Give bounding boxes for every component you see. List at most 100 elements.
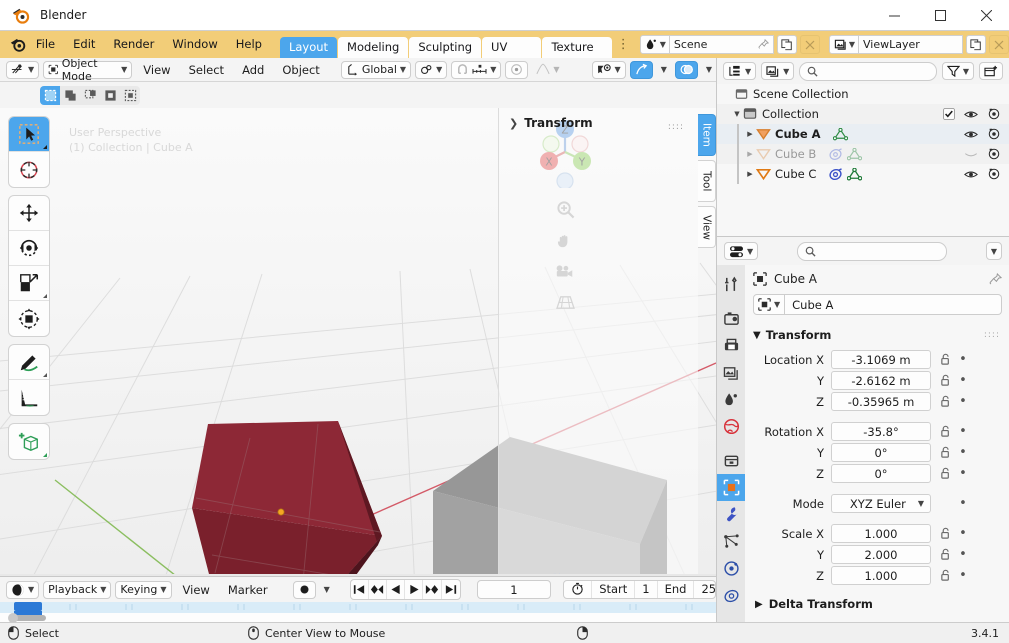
lock-icon[interactable] — [937, 446, 955, 459]
new-collection-button[interactable] — [979, 62, 1003, 80]
delta-transform-header[interactable]: ▶ Delta Transform — [753, 594, 1002, 614]
transform-tool[interactable] — [9, 301, 49, 336]
lock-icon[interactable] — [937, 548, 955, 561]
transform-orientation-dropdown[interactable]: Global ▼ — [340, 60, 412, 79]
annotate-tool[interactable] — [9, 345, 49, 380]
select-subtract-icon[interactable] — [80, 86, 100, 105]
mesh-data-icon[interactable] — [847, 147, 863, 161]
jump-to-start-button[interactable] — [351, 580, 369, 599]
overlay-options-dropdown[interactable]: ▼ — [702, 61, 716, 79]
maximize-button[interactable] — [917, 0, 963, 31]
disclosure-triangle-icon[interactable]: ▶ — [744, 170, 756, 178]
timer-icon[interactable] — [564, 581, 593, 598]
outliner-display-mode[interactable]: ▼ — [761, 62, 795, 80]
3d-viewport[interactable]: User Perspective (1) Collection | Cube A — [0, 108, 716, 574]
viewport-menu-select[interactable]: Select — [182, 61, 231, 79]
play-reverse-button[interactable] — [387, 580, 406, 599]
snap-increment-icon[interactable] — [472, 63, 487, 76]
visibility-dropdown[interactable]: ▼ — [591, 60, 626, 79]
jump-to-end-button[interactable] — [442, 580, 460, 599]
move-tool[interactable] — [9, 196, 49, 231]
end-frame-value[interactable]: 250 — [694, 581, 715, 598]
properties-search-input[interactable] — [797, 241, 947, 261]
mesh-data-icon[interactable] — [832, 127, 848, 141]
tab-physics[interactable] — [717, 555, 745, 582]
field-value-rotation-y[interactable]: 0° — [831, 443, 931, 462]
animate-dot-icon[interactable]: • — [955, 373, 971, 388]
cursor-tool[interactable] — [9, 152, 49, 187]
object-name-field[interactable]: ▼ Cube A — [753, 294, 1002, 315]
tweak-tool[interactable] — [9, 117, 49, 152]
lock-icon[interactable] — [937, 425, 955, 438]
falloff-dropdown[interactable]: ▼ — [532, 61, 563, 79]
play-button[interactable] — [405, 580, 424, 599]
lock-icon[interactable] — [937, 527, 955, 540]
tab-view-layer[interactable] — [717, 359, 745, 386]
field-value-rotation-x[interactable]: -35.8° — [831, 422, 931, 441]
outliner-row-collection[interactable]: ▼ Collection — [717, 104, 1009, 124]
lock-icon[interactable] — [937, 374, 955, 387]
tab-object[interactable] — [717, 474, 745, 501]
object-name-value[interactable]: Cube A — [785, 294, 1002, 315]
tab-uv-editing[interactable]: UV Editing — [482, 37, 542, 75]
animate-dot-icon[interactable]: • — [955, 526, 971, 541]
mesh-data-icon[interactable] — [847, 167, 863, 181]
outliner-filter-button[interactable]: ▼ — [941, 62, 974, 80]
blender-menu-icon[interactable] — [9, 35, 27, 55]
select-set-icon[interactable] — [40, 85, 60, 105]
eye-closed-icon[interactable] — [964, 149, 978, 160]
disclosure-triangle-icon[interactable]: ▼ — [731, 110, 743, 118]
checkbox-icon[interactable] — [943, 108, 955, 120]
field-value-scale-z[interactable]: 1.000 — [831, 566, 931, 585]
lock-icon[interactable] — [937, 395, 955, 408]
menu-help[interactable]: Help — [227, 31, 271, 58]
menu-render[interactable]: Render — [104, 31, 163, 58]
playback-dropdown[interactable]: Playback ▼ — [43, 580, 112, 599]
camera-icon[interactable] — [987, 128, 1001, 140]
timeline-scroll-handle[interactable] — [8, 613, 18, 622]
view-layer-icon[interactable]: ▼ — [828, 35, 859, 54]
workspace-more-icon[interactable]: ⋮ — [613, 31, 634, 58]
eye-icon[interactable] — [964, 129, 978, 140]
timeline-playhead[interactable] — [14, 602, 42, 611]
field-value-scale-y[interactable]: 2.000 — [831, 545, 931, 564]
pin-icon[interactable] — [989, 272, 1002, 286]
auto-keying-toggle[interactable] — [292, 580, 316, 599]
tab-particles[interactable] — [717, 528, 745, 555]
auto-keying-options[interactable]: ▼ — [320, 581, 334, 599]
tab-tool[interactable] — [717, 271, 745, 298]
timeline-menu-marker[interactable]: Marker — [221, 581, 275, 599]
tab-modifiers[interactable] — [717, 501, 745, 528]
lock-icon[interactable] — [937, 569, 955, 582]
tab-collection[interactable] — [717, 447, 745, 474]
panel-grip-icon[interactable]: :::: — [668, 122, 684, 132]
eye-icon[interactable] — [964, 109, 978, 120]
outliner-editor-type[interactable]: ▼ — [723, 62, 757, 80]
modifier-icon[interactable] — [828, 167, 843, 181]
menu-file[interactable]: File — [27, 31, 64, 58]
field-value-rotation-mode[interactable]: XYZ Euler ▼ — [831, 494, 931, 513]
proportional-edit-toggle[interactable] — [505, 60, 529, 79]
viewport-menu-view[interactable]: View — [136, 61, 177, 79]
lock-icon[interactable] — [937, 353, 955, 366]
outliner-row-cube-a[interactable]: ▶ Cube A — [717, 124, 1009, 144]
outliner-row-scene-collection[interactable]: Scene Collection — [717, 84, 1009, 104]
tab-texture-paint[interactable]: Texture Paint — [542, 37, 612, 75]
animate-dot-icon[interactable]: • — [955, 466, 971, 481]
scene-name-field[interactable]: Scene — [669, 35, 774, 54]
viewport-menu-add[interactable]: Add — [235, 61, 271, 79]
panel-tab-view[interactable]: View — [698, 206, 716, 248]
object-type-icon[interactable]: ▼ — [753, 294, 786, 315]
camera-icon[interactable] — [987, 148, 1001, 160]
select-invert-icon[interactable] — [100, 86, 120, 105]
animate-dot-icon[interactable]: • — [955, 445, 971, 460]
prev-keyframe-button[interactable] — [369, 580, 388, 599]
tab-output[interactable] — [717, 332, 745, 359]
camera-icon[interactable] — [987, 168, 1001, 180]
current-frame-field[interactable]: 1 — [476, 580, 552, 599]
magnet-icon[interactable] — [456, 63, 469, 76]
gizmo-options-dropdown[interactable]: ▼ — [657, 61, 671, 79]
field-value-location-z[interactable]: -0.35965 m — [831, 392, 931, 411]
outliner-row-cube-b[interactable]: ▶ Cube B — [717, 144, 1009, 164]
modifier-icon[interactable] — [828, 147, 843, 161]
